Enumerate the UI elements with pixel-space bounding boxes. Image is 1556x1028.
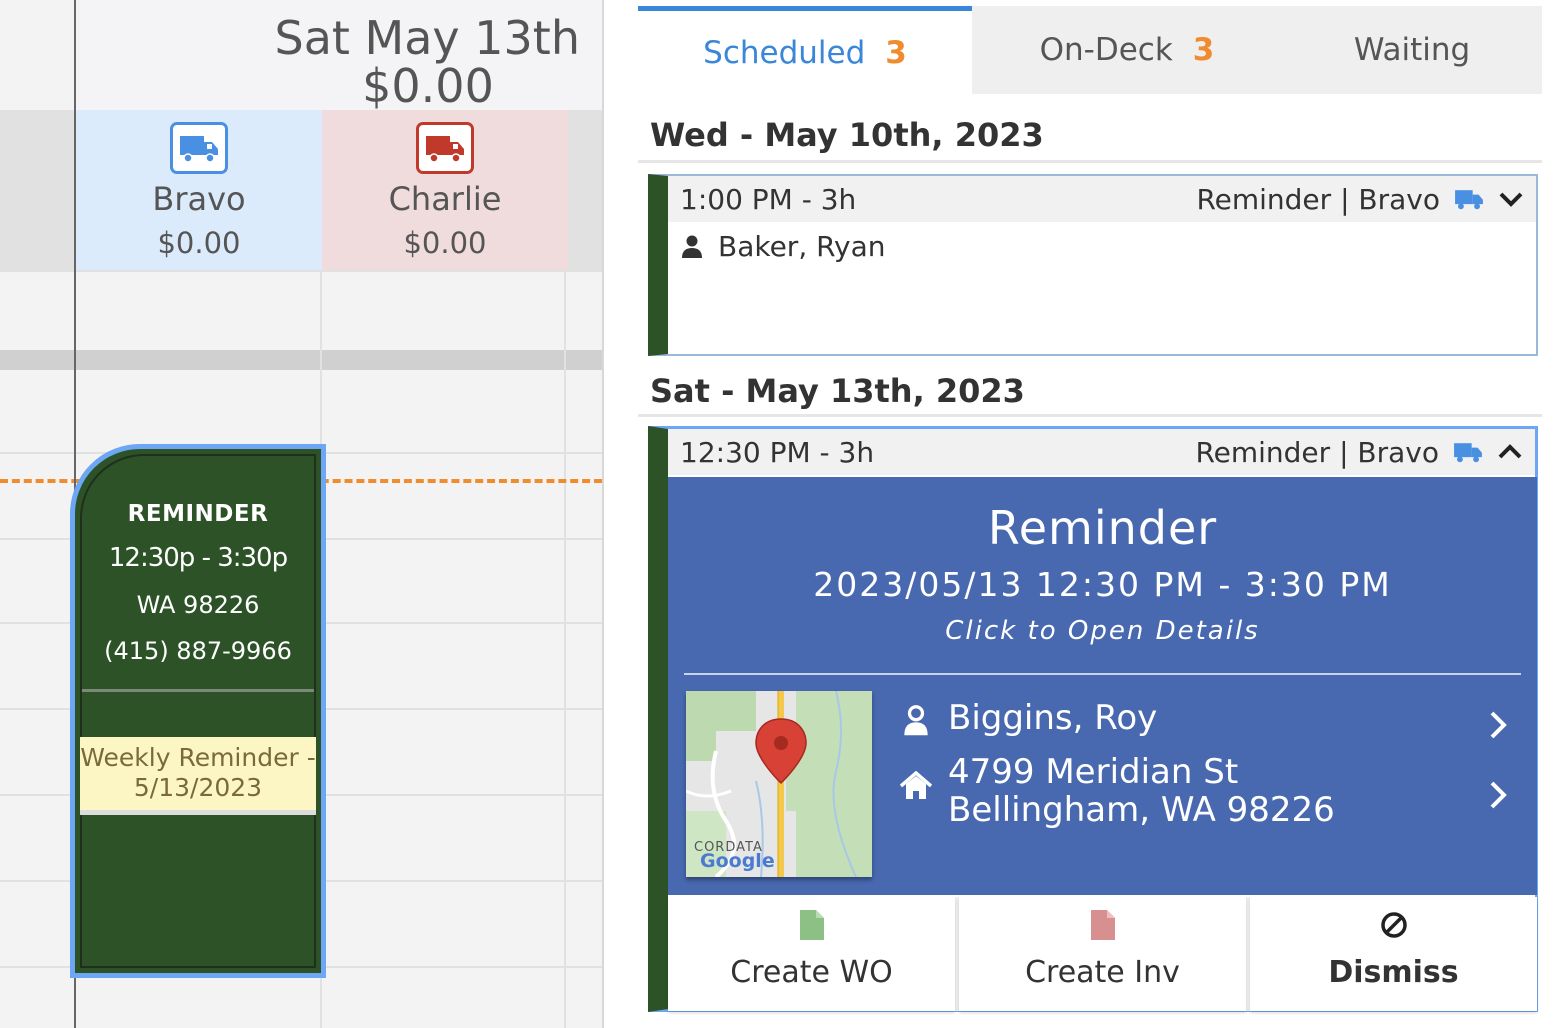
time-gutter-resources — [0, 110, 76, 270]
truck-icon — [1454, 443, 1482, 463]
resource-column-partial — [568, 110, 602, 270]
card-header[interactable]: 12:30 PM - 3h Reminder | Bravo — [668, 429, 1535, 475]
event-phone: (415) 887-9966 — [104, 637, 292, 665]
user-icon — [894, 699, 938, 737]
day-header[interactable]: Sat May 13th $0.00 — [76, 0, 602, 110]
event-time: 12:30p - 3:30p — [108, 543, 288, 573]
create-inv-button[interactable]: Create Inv — [959, 897, 1246, 1011]
tab-label: Waiting — [1353, 32, 1471, 68]
tab-on-deck[interactable]: On-Deck 3 — [972, 6, 1282, 94]
tab-count: 3 — [1192, 32, 1215, 68]
event-type: REMINDER — [127, 501, 269, 527]
all-day-separator — [0, 350, 602, 370]
day-total: $0.00 — [362, 59, 494, 113]
app-root: Sat May 13th $0.00 Bravo $0.00 Charlie $… — [0, 0, 1556, 1028]
address-row[interactable]: 4799 Meridian St Bellingham, WA 98226 — [894, 753, 1335, 829]
date-heading: Wed - May 10th, 2023 — [650, 116, 1044, 154]
button-label: Create WO — [730, 955, 893, 990]
card-header[interactable]: 1:00 PM - 3h Reminder | Bravo — [668, 176, 1536, 222]
tab-waiting[interactable]: Waiting — [1282, 6, 1542, 94]
tab-label: On-Deck — [1039, 32, 1173, 68]
event-note: Weekly Reminder - 5/13/2023 — [80, 737, 316, 815]
tab-bar: Scheduled 3 On-Deck 3 Waiting — [638, 6, 1542, 94]
resource-bravo[interactable]: Bravo $0.00 — [76, 110, 322, 270]
address-line1: 4799 Meridian St — [948, 752, 1239, 792]
truck-icon — [416, 122, 474, 174]
home-icon — [894, 753, 938, 801]
time-gutter-header — [0, 0, 76, 110]
card-meta-group: Reminder | Bravo — [1195, 436, 1523, 469]
open-details-link[interactable]: Click to Open Details — [668, 616, 1537, 646]
address-block: 4799 Meridian St Bellingham, WA 98226 — [948, 753, 1335, 829]
appointment-card[interactable]: 1:00 PM - 3h Reminder | Bravo Baker, Rya… — [648, 174, 1538, 356]
resource-charlie[interactable]: Charlie $0.00 — [322, 110, 568, 270]
user-icon — [682, 235, 702, 258]
resource-amount: $0.00 — [157, 226, 241, 260]
document-icon — [1090, 910, 1115, 940]
ban-icon — [1380, 912, 1407, 938]
tab-count: 3 — [885, 34, 907, 71]
card-actions: Create WO Create Inv Dismiss — [668, 897, 1537, 1011]
event-body: REMINDER 12:30p - 3:30p WA 98226 (415) 8… — [80, 454, 316, 968]
date-divider — [638, 160, 1542, 163]
details-divider — [684, 673, 1521, 675]
resource-name: Charlie — [388, 180, 502, 218]
date-divider — [638, 414, 1542, 417]
resource-amount: $0.00 — [403, 226, 487, 260]
calendar-view: Sat May 13th $0.00 Bravo $0.00 Charlie $… — [0, 0, 604, 1028]
tab-scheduled[interactable]: Scheduled 3 — [638, 6, 972, 94]
truck-icon — [1455, 190, 1483, 210]
customer-name: Baker, Ryan — [718, 230, 886, 263]
dismiss-button[interactable]: Dismiss — [1250, 897, 1537, 1011]
chevron-right-icon[interactable] — [1487, 709, 1509, 741]
card-meta: Reminder | Bravo — [1195, 435, 1439, 469]
chevron-up-icon[interactable] — [1497, 442, 1523, 462]
create-wo-button[interactable]: Create WO — [668, 897, 955, 1011]
location-map[interactable]: CORDATA Google — [686, 691, 872, 877]
day-title: Sat May 13th — [274, 11, 581, 65]
customer-name: Biggins, Roy — [948, 698, 1158, 738]
date-heading: Sat - May 13th, 2023 — [650, 372, 1025, 410]
button-label: Create Inv — [1025, 955, 1180, 990]
resource-name: Bravo — [152, 180, 246, 218]
appointment-card-expanded[interactable]: 12:30 PM - 3h Reminder | Bravo Reminder … — [648, 426, 1538, 1012]
tab-label: Scheduled — [703, 34, 866, 71]
button-label: Dismiss — [1328, 955, 1459, 990]
calendar-event[interactable]: REMINDER 12:30p - 3:30p WA 98226 (415) 8… — [70, 444, 326, 978]
appointment-details[interactable]: Reminder 2023/05/13 12:30 PM - 3:30 PM C… — [668, 477, 1537, 895]
truck-icon — [170, 122, 228, 174]
card-meta-group: Reminder | Bravo — [1196, 183, 1524, 216]
event-divider — [82, 689, 314, 692]
chevron-down-icon[interactable] — [1498, 189, 1524, 209]
customer-row[interactable]: Biggins, Roy — [894, 699, 1157, 737]
event-zip: WA 98226 — [136, 591, 260, 619]
chevron-right-icon[interactable] — [1487, 779, 1509, 811]
address-line2: Bellingham, WA 98226 — [948, 790, 1335, 830]
google-logo: Google — [700, 850, 775, 872]
calendar-edge — [602, 0, 604, 1028]
document-icon — [799, 910, 824, 940]
card-time: 12:30 PM - 3h — [680, 435, 875, 469]
card-customer: Baker, Ryan — [668, 222, 1536, 263]
details-range: 2023/05/13 12:30 PM - 3:30 PM — [813, 565, 1392, 604]
details-title: Reminder — [987, 501, 1218, 555]
card-meta: Reminder | Bravo — [1196, 182, 1440, 216]
schedule-panel: Scheduled 3 On-Deck 3 Waiting Wed - May … — [638, 0, 1556, 1028]
card-time: 1:00 PM - 3h — [680, 182, 857, 216]
